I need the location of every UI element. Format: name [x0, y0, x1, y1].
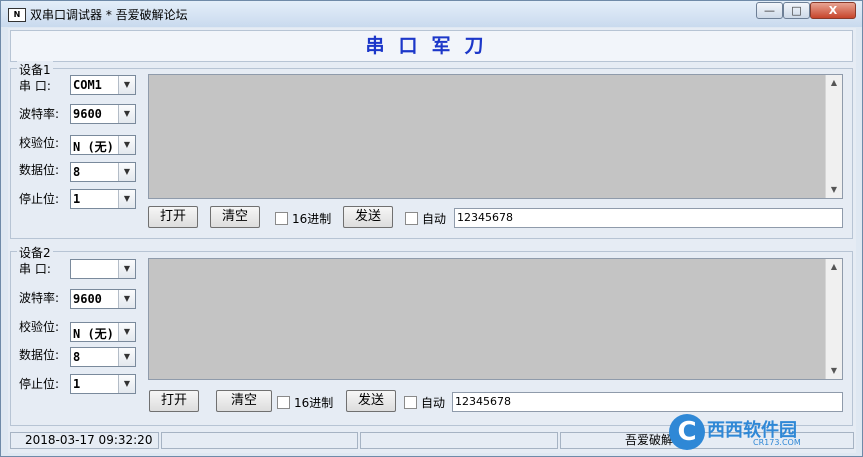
- chevron-down-icon[interactable]: ▼: [118, 290, 135, 308]
- maximize-button[interactable]: □: [783, 2, 810, 19]
- device2-send-input[interactable]: 12345678: [452, 392, 843, 412]
- device1-parity-label: 校验位:: [19, 136, 60, 150]
- device1-scrollbar[interactable]: ▲ ▼: [825, 75, 842, 198]
- device1-group: 设备1 串 口: COM1 ▼ 波特率: 9600 ▼ 校验位: N (无) ▼…: [10, 61, 853, 239]
- chevron-down-icon[interactable]: ▼: [118, 136, 135, 154]
- device2-scrollbar[interactable]: ▲ ▼: [825, 259, 842, 379]
- scroll-down-icon[interactable]: ▼: [826, 182, 842, 198]
- device1-baud-label: 波特率:: [19, 107, 60, 121]
- device1-receive-area[interactable]: ▲ ▼: [148, 74, 843, 199]
- device1-baud-select[interactable]: 9600 ▼: [70, 104, 136, 124]
- status-datetime: 2018-03-17 09:32:20: [10, 432, 159, 449]
- device2-parity-select[interactable]: N (无) ▼: [70, 322, 136, 342]
- device1-parity-value: N (无): [73, 140, 114, 154]
- device2-receive-area[interactable]: ▲ ▼: [148, 258, 843, 380]
- device2-clear-button[interactable]: 清空: [216, 390, 272, 412]
- device1-databits-value: 8: [73, 165, 81, 179]
- device1-port-value: COM1: [73, 78, 102, 92]
- device2-auto-label: 自动: [421, 396, 446, 410]
- scroll-up-icon[interactable]: ▲: [826, 259, 842, 275]
- close-button[interactable]: X: [810, 2, 856, 19]
- chevron-down-icon[interactable]: ▼: [118, 348, 135, 366]
- chevron-down-icon[interactable]: ▼: [118, 76, 135, 94]
- device2-baud-value: 9600: [73, 292, 102, 306]
- device2-port-label: 串 口:: [19, 262, 51, 276]
- device1-hex-label: 16进制: [292, 212, 332, 226]
- watermark-logo-icon: C: [669, 414, 705, 450]
- scroll-up-icon[interactable]: ▲: [826, 75, 842, 91]
- device2-parity-label: 校验位:: [19, 320, 60, 334]
- device1-port-label: 串 口:: [19, 79, 51, 93]
- chevron-down-icon[interactable]: ▼: [118, 190, 135, 208]
- banner-title: 串口军刀: [365, 35, 498, 57]
- chevron-down-icon[interactable]: ▼: [118, 260, 135, 278]
- device2-hex-label: 16进制: [294, 396, 334, 410]
- device1-open-button[interactable]: 打开: [148, 206, 198, 228]
- device1-clear-button[interactable]: 清空: [210, 206, 260, 228]
- device2-group: 设备2 串 口: ▼ 波特率: 9600 ▼ 校验位: N (无) ▼ 数据位:…: [10, 244, 853, 426]
- status-panel-2: [161, 432, 358, 449]
- device2-auto-checkbox[interactable]: [404, 396, 417, 409]
- device1-stopbits-value: 1: [73, 192, 81, 206]
- watermark-url: CR173.COM: [753, 438, 801, 447]
- device1-databits-label: 数据位:: [19, 163, 60, 177]
- device1-send-input[interactable]: 12345678: [454, 208, 843, 228]
- device2-databits-select[interactable]: 8 ▼: [70, 347, 136, 367]
- status-panel-3: [360, 432, 558, 449]
- device2-databits-value: 8: [73, 350, 81, 364]
- title-bar: N 双串口调试器 * 吾爱破解论坛 — □ X: [1, 1, 862, 27]
- device1-auto-checkbox[interactable]: [405, 212, 418, 225]
- device1-hex-checkbox[interactable]: [275, 212, 288, 225]
- scroll-down-icon[interactable]: ▼: [826, 363, 842, 379]
- main-window: N 双串口调试器 * 吾爱破解论坛 — □ X 串口军刀 设备1 串 口: CO…: [0, 0, 863, 457]
- device2-parity-value: N (无): [73, 327, 114, 341]
- device2-stopbits-select[interactable]: 1 ▼: [70, 374, 136, 394]
- device1-port-select[interactable]: COM1 ▼: [70, 75, 136, 95]
- app-icon: N: [8, 8, 26, 22]
- device1-auto-label: 自动: [422, 212, 447, 226]
- banner: 串口军刀: [10, 30, 853, 62]
- device1-parity-select[interactable]: N (无) ▼: [70, 135, 136, 155]
- device2-hex-checkbox[interactable]: [277, 396, 290, 409]
- device2-send-button[interactable]: 发送: [346, 390, 396, 412]
- device2-group-title: 设备2: [17, 244, 53, 261]
- chevron-down-icon[interactable]: ▼: [118, 375, 135, 393]
- device2-baud-select[interactable]: 9600 ▼: [70, 289, 136, 309]
- device2-baud-label: 波特率:: [19, 291, 60, 305]
- device2-port-select[interactable]: ▼: [70, 259, 136, 279]
- device1-databits-select[interactable]: 8 ▼: [70, 162, 136, 182]
- device1-send-button[interactable]: 发送: [343, 206, 393, 228]
- client-area: 串口军刀 设备1 串 口: COM1 ▼ 波特率: 9600 ▼ 校验位: N …: [8, 28, 856, 453]
- window-title: 双串口调试器 * 吾爱破解论坛: [30, 8, 188, 22]
- device2-databits-label: 数据位:: [19, 348, 60, 362]
- device1-baud-value: 9600: [73, 107, 102, 121]
- device2-stopbits-label: 停止位:: [19, 377, 60, 391]
- device2-stopbits-value: 1: [73, 377, 81, 391]
- device1-stopbits-select[interactable]: 1 ▼: [70, 189, 136, 209]
- watermark: C 西西软件园 CR173.COM: [669, 414, 859, 454]
- device2-open-button[interactable]: 打开: [149, 390, 199, 412]
- chevron-down-icon[interactable]: ▼: [118, 163, 135, 181]
- minimize-button[interactable]: —: [756, 2, 783, 19]
- chevron-down-icon[interactable]: ▼: [118, 105, 135, 123]
- device1-stopbits-label: 停止位:: [19, 192, 60, 206]
- device1-group-title: 设备1: [17, 61, 53, 78]
- chevron-down-icon[interactable]: ▼: [118, 323, 135, 341]
